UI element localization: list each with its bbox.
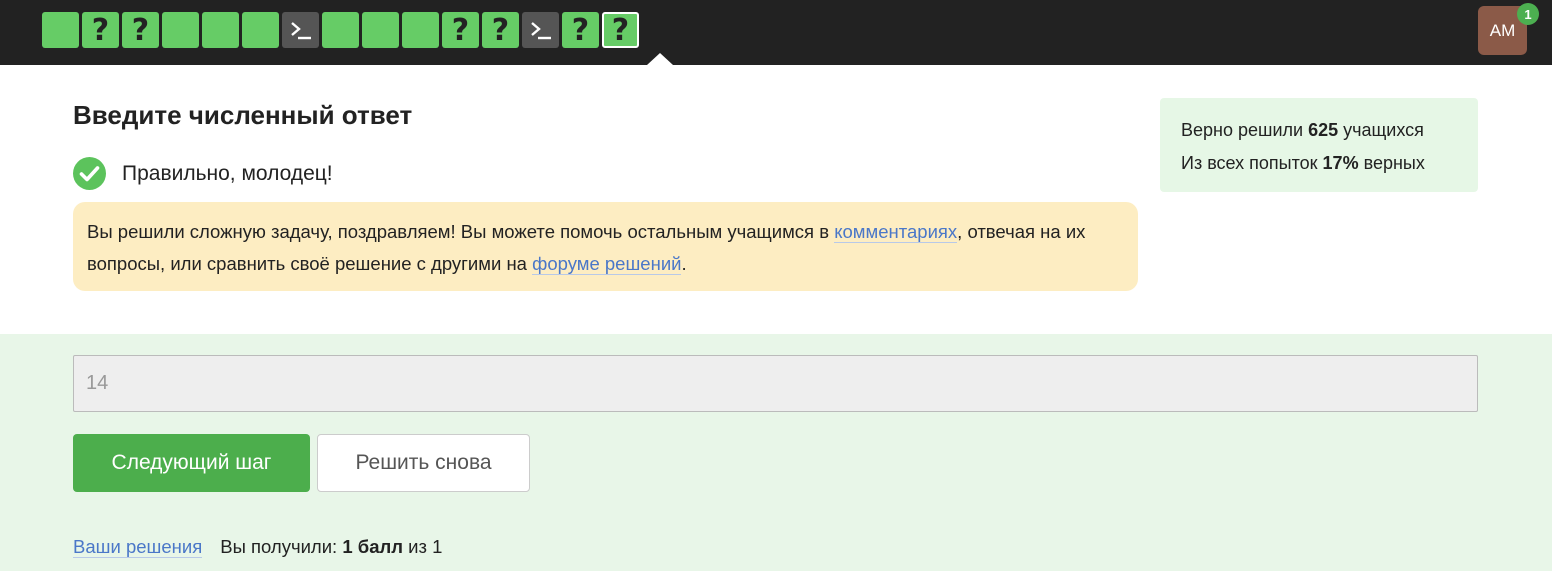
- score-prefix: Вы получили:: [220, 536, 343, 557]
- question-mark-icon: ?: [491, 12, 510, 48]
- solved-prefix: Верно решили: [1181, 120, 1309, 140]
- terminal-icon: [290, 20, 312, 40]
- result-status: Правильно, молодец!: [73, 157, 333, 190]
- terminal-icon: [530, 20, 552, 40]
- score-row: Ваши решения Вы получили: 1 балл из 1: [73, 536, 442, 558]
- top-bar: ?????? AM 1: [0, 0, 1552, 65]
- step-5[interactable]: [202, 12, 239, 48]
- solved-stat: Верно решили 625 учащихся: [1181, 114, 1478, 147]
- question-mark-icon: ?: [611, 12, 630, 48]
- question-mark-icon: ?: [91, 12, 110, 48]
- notification-count: 1: [1524, 6, 1532, 22]
- step-15[interactable]: ?: [602, 12, 639, 48]
- step-13[interactable]: [522, 12, 559, 48]
- score-value: 1 балл: [342, 536, 403, 557]
- step-11[interactable]: ?: [442, 12, 479, 48]
- notification-badge[interactable]: 1: [1517, 3, 1539, 25]
- solved-suffix: учащихся: [1338, 120, 1424, 140]
- comments-link[interactable]: комментариях: [834, 221, 958, 243]
- accuracy-suffix: верных: [1358, 153, 1425, 173]
- step-3[interactable]: ?: [122, 12, 159, 48]
- page-title: Введите численный ответ: [73, 100, 413, 130]
- step-9[interactable]: [362, 12, 399, 48]
- step-12[interactable]: ?: [482, 12, 519, 48]
- answer-input[interactable]: [73, 355, 1478, 412]
- solutions-forum-link[interactable]: форуме решений: [532, 253, 682, 275]
- question-mark-icon: ?: [131, 12, 150, 48]
- active-step-pointer: [647, 53, 673, 65]
- accuracy-percent: 17%: [1322, 153, 1359, 173]
- step-14[interactable]: ?: [562, 12, 599, 48]
- score-text: Вы получили: 1 балл из 1: [220, 536, 442, 557]
- step-1[interactable]: [42, 12, 79, 48]
- step-8[interactable]: [322, 12, 359, 48]
- question-mark-icon: ?: [451, 12, 470, 48]
- step-2[interactable]: ?: [82, 12, 119, 48]
- accuracy-prefix: Из всех попыток: [1181, 153, 1323, 173]
- step-7[interactable]: [282, 12, 319, 48]
- your-solutions-link[interactable]: Ваши решения: [73, 536, 203, 558]
- score-suffix: из 1: [403, 536, 443, 557]
- solve-again-button[interactable]: Решить снова: [317, 434, 530, 492]
- next-step-button[interactable]: Следующий шаг: [73, 434, 310, 492]
- check-circle-icon: [73, 157, 106, 190]
- stats-panel: Верно решили 625 учащихся Из всех попыто…: [1160, 98, 1478, 192]
- notice-text-3: .: [681, 253, 687, 274]
- step-6[interactable]: [242, 12, 279, 48]
- step-10[interactable]: [402, 12, 439, 48]
- accuracy-stat: Из всех попыток 17% верных: [1181, 147, 1478, 180]
- avatar-initials: AM: [1489, 20, 1516, 40]
- notice-text-1: Вы решили сложную задачу, поздравляем! В…: [87, 221, 835, 242]
- question-mark-icon: ?: [571, 12, 590, 48]
- solved-count: 625: [1308, 120, 1339, 140]
- result-text: Правильно, молодец!: [122, 161, 333, 185]
- step-4[interactable]: [162, 12, 199, 48]
- congrats-notice: Вы решили сложную задачу, поздравляем! В…: [73, 202, 1138, 291]
